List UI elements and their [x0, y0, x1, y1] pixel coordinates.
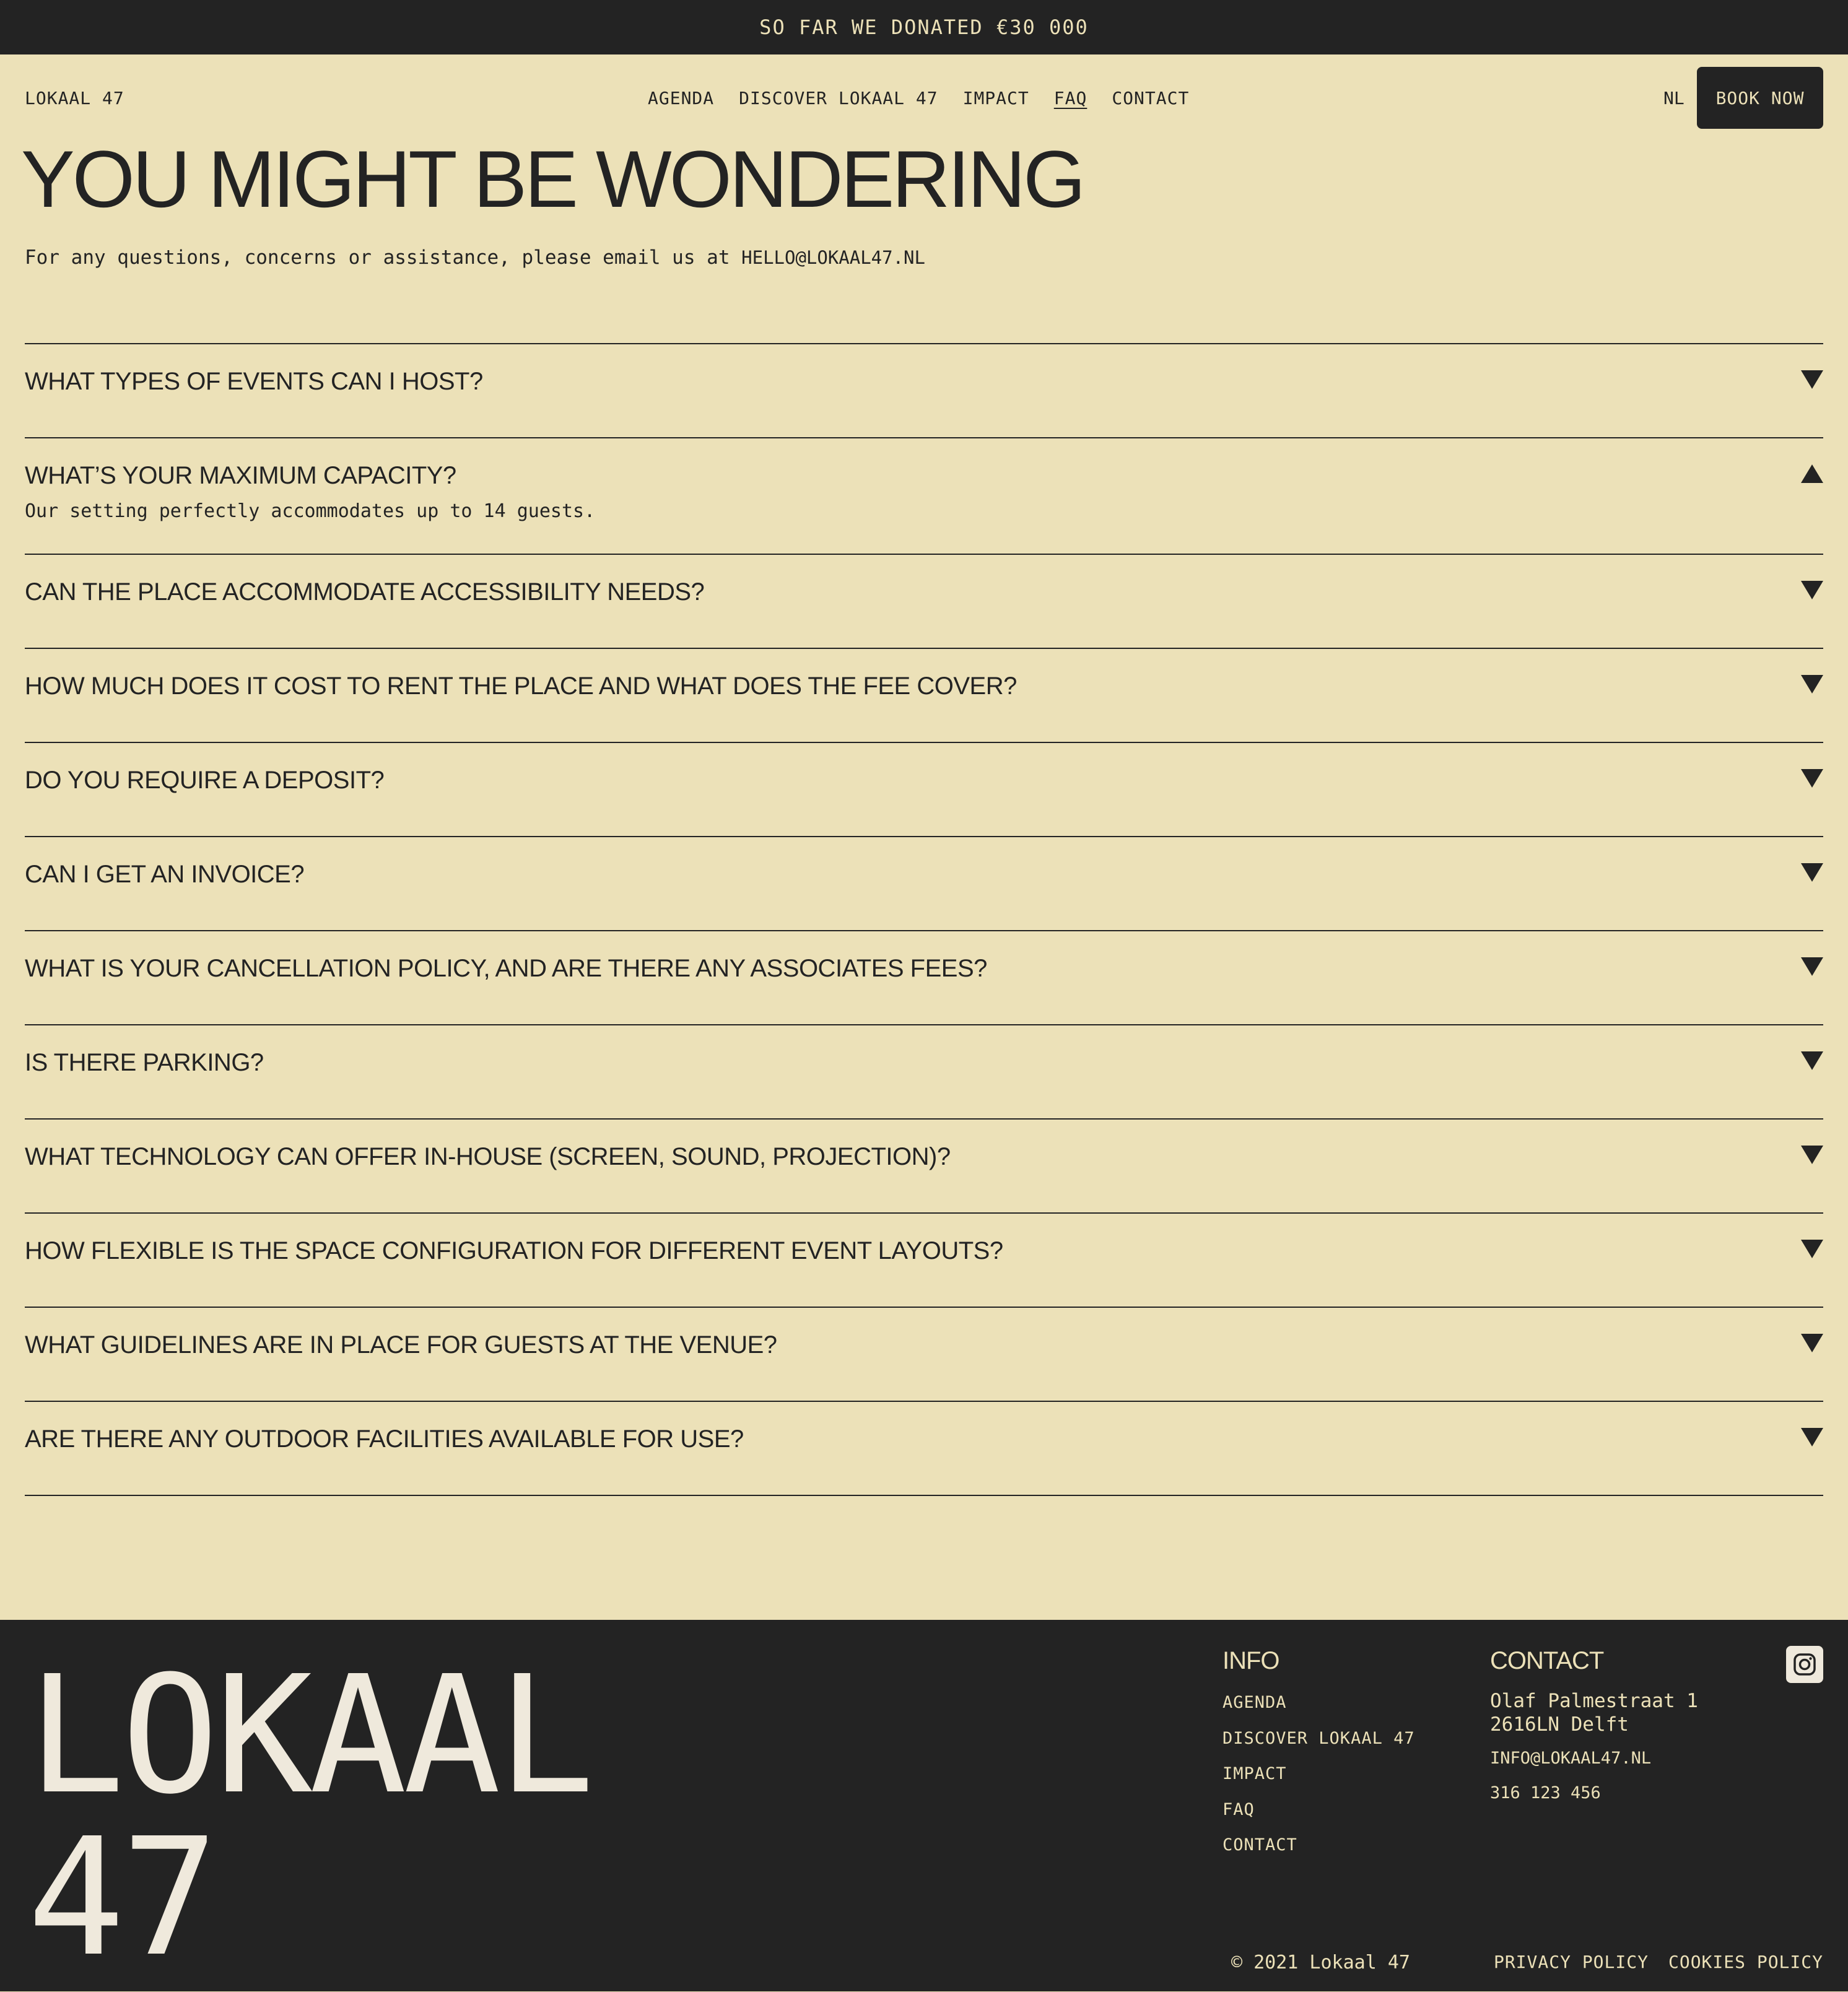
nav-item-contact[interactable]: CONTACT: [1112, 88, 1189, 108]
faq-item[interactable]: HOW FLEXIBLE IS THE SPACE CONFIGURATION …: [25, 1212, 1823, 1307]
footer-logo: LOKAAL 47: [27, 1641, 595, 1992]
contact-email-link[interactable]: HELLO@LOKAAL47.NL: [741, 247, 925, 268]
faq-question: WHAT GUIDELINES ARE IN PLACE FOR GUESTS …: [25, 1331, 777, 1359]
expand-arrow-icon[interactable]: [1801, 581, 1823, 599]
expand-arrow-icon[interactable]: [1801, 769, 1823, 788]
site-logo[interactable]: LOKAAL 47: [25, 88, 124, 108]
expand-arrow-icon[interactable]: [1801, 675, 1823, 694]
footer-info-title: INFO: [1223, 1647, 1280, 1674]
book-now-button[interactable]: BOOK NOW: [1697, 67, 1823, 129]
donation-banner-text: SO FAR WE DONATED €30 000: [759, 15, 1089, 39]
site-footer: LOKAAL 47 INFO AGENDA DISCOVER LOKAAL 47…: [0, 1620, 1848, 1991]
footer-link-discover[interactable]: DISCOVER LOKAAL 47: [1223, 1729, 1415, 1765]
faq-question: HOW MUCH DOES IT COST TO RENT THE PLACE …: [25, 672, 1017, 700]
expand-arrow-icon[interactable]: [1801, 1240, 1823, 1258]
legal-links: PRIVACY POLICY COOKIES POLICY: [1494, 1952, 1823, 1972]
expand-arrow-icon[interactable]: [1801, 1334, 1823, 1352]
copyright: © 2021 Lokaal 47: [1231, 1952, 1410, 1973]
faq-question: WHAT’S YOUR MAXIMUM CAPACITY?: [25, 462, 456, 489]
footer-info-links: AGENDA DISCOVER LOKAAL 47 IMPACT FAQ CON…: [1223, 1693, 1415, 1871]
instagram-icon[interactable]: [1786, 1646, 1823, 1683]
faq-item[interactable]: WHAT’S YOUR MAXIMUM CAPACITY? Our setting…: [25, 437, 1823, 554]
faq-item[interactable]: CAN THE PLACE ACCOMMODATE ACCESSIBILITY …: [25, 554, 1823, 648]
expand-arrow-icon[interactable]: [1801, 1051, 1823, 1070]
collapse-arrow-icon[interactable]: [1801, 464, 1823, 483]
footer-link-faq[interactable]: FAQ: [1223, 1800, 1415, 1836]
nav-item-faq[interactable]: FAQ: [1054, 88, 1087, 108]
faq-question: ARE THERE ANY OUTDOOR FACILITIES AVAILAB…: [25, 1425, 744, 1453]
expand-arrow-icon[interactable]: [1801, 1146, 1823, 1164]
address-line1: Olaf Palmestraat 1: [1490, 1690, 1698, 1712]
faq-item[interactable]: DO YOU REQUIRE A DEPOSIT?: [25, 742, 1823, 836]
faq-list: WHAT TYPES OF EVENTS CAN I HOST? WHAT’S Y…: [25, 343, 1823, 1496]
nav-item-impact[interactable]: IMPACT: [963, 88, 1029, 108]
faq-question: WHAT IS YOUR CANCELLATION POLICY, AND AR…: [25, 955, 987, 982]
subtitle-text: For any questions, concerns or assistanc…: [25, 246, 742, 269]
address-line2: 2616LN Delft: [1490, 1713, 1629, 1736]
faq-item[interactable]: WHAT IS YOUR CANCELLATION POLICY, AND AR…: [25, 930, 1823, 1024]
faq-question: WHAT TYPES OF EVENTS CAN I HOST?: [25, 368, 483, 395]
main-nav: AGENDA DISCOVER LOKAAL 47 IMPACT FAQ CON…: [648, 88, 1189, 108]
faq-question: WHAT TECHNOLOGY CAN OFFER IN-HOUSE (SCRE…: [25, 1143, 951, 1170]
faq-item[interactable]: CAN I GET AN INVOICE?: [25, 836, 1823, 930]
footer-logo-line2: 47: [27, 1803, 219, 1992]
expand-arrow-icon[interactable]: [1801, 863, 1823, 882]
footer-email-link[interactable]: INFO@LOKAAL47.NL: [1490, 1749, 1651, 1768]
footer-phone[interactable]: 316 123 456: [1490, 1783, 1601, 1803]
privacy-policy-link[interactable]: PRIVACY POLICY: [1494, 1952, 1649, 1972]
faq-item[interactable]: IS THERE PARKING?: [25, 1024, 1823, 1118]
nav-item-discover[interactable]: DISCOVER LOKAAL 47: [739, 88, 938, 108]
faq-item[interactable]: WHAT TECHNOLOGY CAN OFFER IN-HOUSE (SCRE…: [25, 1118, 1823, 1212]
expand-arrow-icon[interactable]: [1801, 370, 1823, 389]
footer-logo-line1: LOKAAL: [27, 1641, 595, 1830]
donation-banner: SO FAR WE DONATED €30 000: [0, 0, 1848, 54]
faq-question: CAN I GET AN INVOICE?: [25, 861, 305, 888]
faq-answer: Our setting perfectly accommodates up to…: [25, 500, 596, 522]
faq-question: CAN THE PLACE ACCOMMODATE ACCESSIBILITY …: [25, 578, 705, 606]
faq-question: HOW FLEXIBLE IS THE SPACE CONFIGURATION …: [25, 1237, 1003, 1264]
expand-arrow-icon[interactable]: [1801, 1428, 1823, 1446]
expand-arrow-icon[interactable]: [1801, 957, 1823, 976]
faq-question: DO YOU REQUIRE A DEPOSIT?: [25, 767, 385, 794]
faq-item[interactable]: ARE THERE ANY OUTDOOR FACILITIES AVAILAB…: [25, 1401, 1823, 1496]
footer-link-contact[interactable]: CONTACT: [1223, 1835, 1415, 1871]
faq-item[interactable]: WHAT TYPES OF EVENTS CAN I HOST?: [25, 343, 1823, 437]
page-title: YOU MIGHT BE WONDERING: [21, 134, 1086, 224]
footer-contact-title: CONTACT: [1490, 1647, 1604, 1674]
faq-question: IS THERE PARKING?: [25, 1049, 264, 1076]
faq-item[interactable]: WHAT GUIDELINES ARE IN PLACE FOR GUESTS …: [25, 1307, 1823, 1401]
footer-link-agenda[interactable]: AGENDA: [1223, 1693, 1415, 1729]
nav-item-agenda[interactable]: AGENDA: [648, 88, 714, 108]
language-switch[interactable]: NL: [1663, 88, 1685, 108]
footer-address: Olaf Palmestraat 1 2616LN Delft: [1490, 1689, 1698, 1736]
cookies-policy-link[interactable]: COOKIES POLICY: [1668, 1952, 1823, 1972]
faq-item[interactable]: HOW MUCH DOES IT COST TO RENT THE PLACE …: [25, 648, 1823, 742]
page-subtitle: For any questions, concerns or assistanc…: [25, 246, 925, 269]
footer-link-impact[interactable]: IMPACT: [1223, 1764, 1415, 1800]
